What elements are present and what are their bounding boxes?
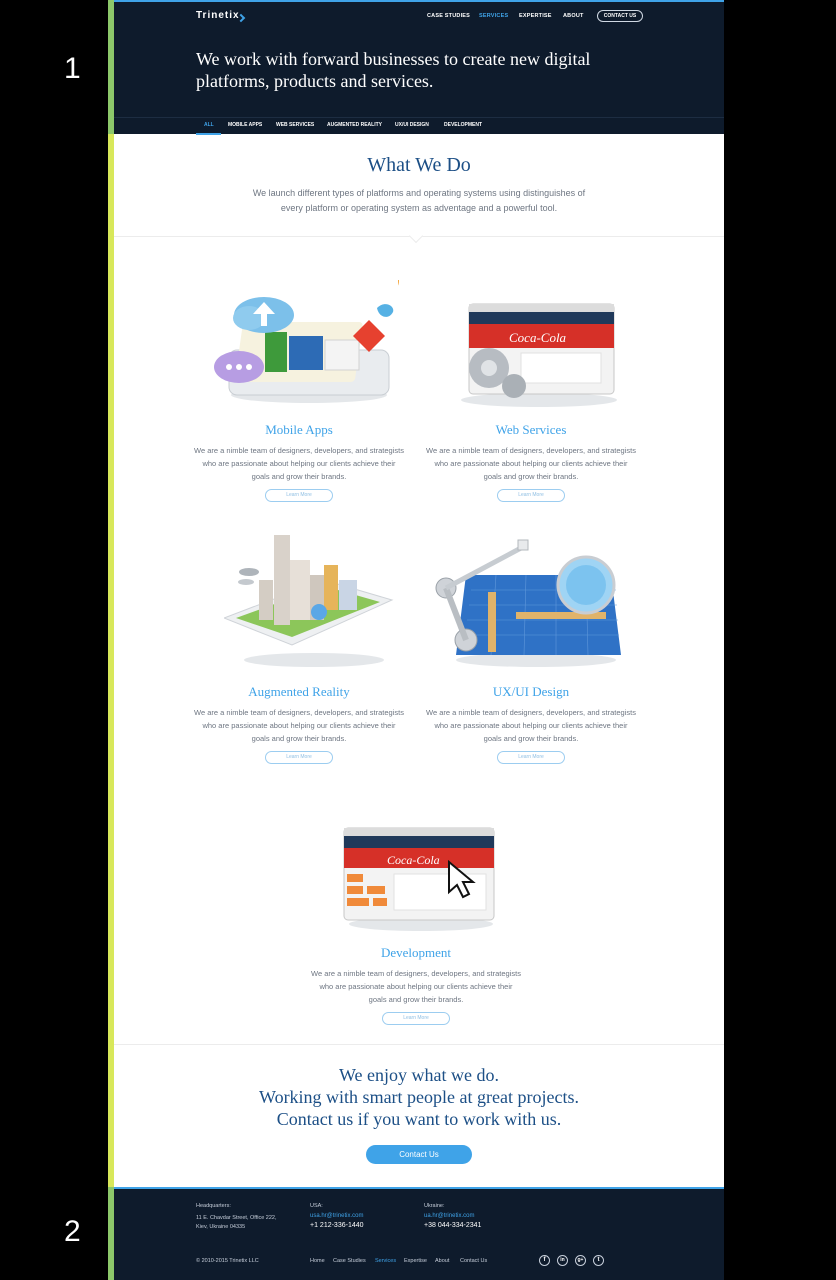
- what-we-do-title: What We Do: [367, 154, 471, 176]
- development-illustration: Coca-Cola: [343, 827, 495, 931]
- nav-services[interactable]: SERVICES: [479, 13, 508, 19]
- service-description: We are a nimble team of designers, devel…: [194, 708, 404, 743]
- service-ux-ui-design: UX/UI Design We are a nimble team of des…: [426, 684, 636, 764]
- filter-augmented-reality[interactable]: AUGMENTED REALITY: [327, 122, 382, 128]
- web-services-illustration: Coca-Cola: [461, 303, 617, 407]
- filter-ux-ui-design[interactable]: UX/UI DESIGN: [395, 122, 429, 128]
- service-description: We are a nimble team of designers, devel…: [426, 446, 636, 481]
- filter-all[interactable]: ALL: [204, 122, 214, 128]
- copyright: © 2010-2015 Trinetix LLC: [196, 1258, 259, 1264]
- footer-nav-home[interactable]: Home: [310, 1258, 325, 1264]
- ukraine-email-link[interactable]: ua.hr@trinetix.com: [424, 1213, 474, 1219]
- ukraine-label: Ukraine:: [424, 1203, 445, 1209]
- footer-nav-expertise[interactable]: Expertise: [404, 1258, 427, 1264]
- service-title[interactable]: Web Services: [426, 422, 636, 438]
- service-title[interactable]: Mobile Apps: [194, 422, 404, 438]
- usa-label: USA:: [310, 1203, 323, 1209]
- usa-phone: +1 212-336-1440: [310, 1222, 364, 1229]
- footer-nav-contact-us[interactable]: Contact Us: [460, 1258, 487, 1264]
- service-description: We are a nimble team of designers, devel…: [426, 708, 636, 743]
- subnav-divider: [114, 117, 724, 118]
- service-title[interactable]: Development: [311, 945, 521, 961]
- service-mobile-apps: Mobile Apps We are a nimble team of desi…: [194, 422, 404, 502]
- ukraine-phone: +38 044-334-2341: [424, 1222, 482, 1229]
- service-description: We are a nimble team of designers, devel…: [194, 446, 404, 481]
- webpage: Trinetix CASE STUDIES SERVICES EXPERTISE…: [114, 0, 724, 1280]
- divider-arrow: [408, 228, 424, 244]
- service-title[interactable]: UX/UI Design: [426, 684, 636, 700]
- enjoy-line-1: We enjoy what we do.: [338, 1065, 499, 1085]
- row-number-1: 1: [64, 52, 81, 85]
- nav-case-studies[interactable]: CASE STUDIES: [427, 13, 470, 19]
- usa-email-link[interactable]: usa.hr@trinetix.com: [310, 1213, 363, 1219]
- contact-us-button[interactable]: CONTACT US: [597, 10, 643, 22]
- row-number-2: 2: [64, 1215, 81, 1248]
- filter-mobile-apps[interactable]: MOBILE APPS: [228, 122, 262, 128]
- learn-more-button[interactable]: Learn More: [497, 751, 565, 764]
- service-development: Development We are a nimble team of desi…: [311, 945, 521, 1025]
- learn-more-button[interactable]: Learn More: [265, 489, 333, 502]
- active-filter-indicator: [196, 133, 221, 135]
- nav-about[interactable]: ABOUT: [563, 13, 584, 19]
- footer-nav-services[interactable]: Services: [375, 1258, 396, 1264]
- hero-header: Trinetix CASE STUDIES SERVICES EXPERTISE…: [114, 0, 724, 135]
- svg-text:Coca-Cola: Coca-Cola: [509, 330, 567, 345]
- contact-us-cta-button[interactable]: Contact Us: [366, 1145, 472, 1164]
- enjoy-line-3: Contact us if you want to work with us.: [276, 1109, 562, 1129]
- google-plus-icon[interactable]: g+: [575, 1255, 586, 1266]
- ux-ui-illustration: [435, 539, 621, 667]
- service-title[interactable]: Augmented Reality: [194, 684, 404, 700]
- twitter-icon[interactable]: t: [593, 1255, 604, 1266]
- logo[interactable]: Trinetix: [196, 10, 240, 21]
- augmented-reality-illustration: [224, 535, 394, 667]
- learn-more-button[interactable]: Learn More: [265, 751, 333, 764]
- section-divider: [114, 1044, 724, 1045]
- nav-expertise[interactable]: EXPERTISE: [519, 13, 552, 19]
- footer-nav-case-studies[interactable]: Case Studies: [333, 1258, 366, 1264]
- service-description: We are a nimble team of designers, devel…: [311, 969, 521, 1004]
- enjoy-line-2: Working with smart people at great proje…: [259, 1087, 579, 1107]
- hq-address-line-1: 11 E. Chavdar Street, Office 222,: [196, 1215, 277, 1221]
- enjoy-heading: We enjoy what we do. Working with smart …: [114, 1064, 724, 1130]
- linkedin-icon[interactable]: in: [557, 1255, 568, 1266]
- hq-label: Headquarters:: [196, 1203, 231, 1209]
- svg-text:Coca-Cola: Coca-Cola: [387, 853, 440, 867]
- service-web-services: Web Services We are a nimble team of des…: [426, 422, 636, 502]
- service-augmented-reality: Augmented Reality We are a nimble team o…: [194, 684, 404, 764]
- filter-development[interactable]: DEVELOPMENT: [444, 122, 482, 128]
- mobile-apps-illustration: [214, 280, 399, 403]
- hero-title: We work with forward businesses to creat…: [196, 49, 591, 91]
- footer-nav-about[interactable]: About: [435, 1258, 449, 1264]
- what-we-do-description: We launch different types of platforms a…: [252, 188, 586, 213]
- footer: Headquarters: 11 E. Chavdar Street, Offi…: [114, 1187, 724, 1280]
- learn-more-button[interactable]: Learn More: [497, 489, 565, 502]
- learn-more-button[interactable]: Learn More: [382, 1012, 450, 1025]
- facebook-icon[interactable]: f: [539, 1255, 550, 1266]
- filter-web-services[interactable]: WEB SERVICES: [276, 122, 314, 128]
- hq-address-line-2: Kiev, Ukraine 04335: [196, 1224, 246, 1230]
